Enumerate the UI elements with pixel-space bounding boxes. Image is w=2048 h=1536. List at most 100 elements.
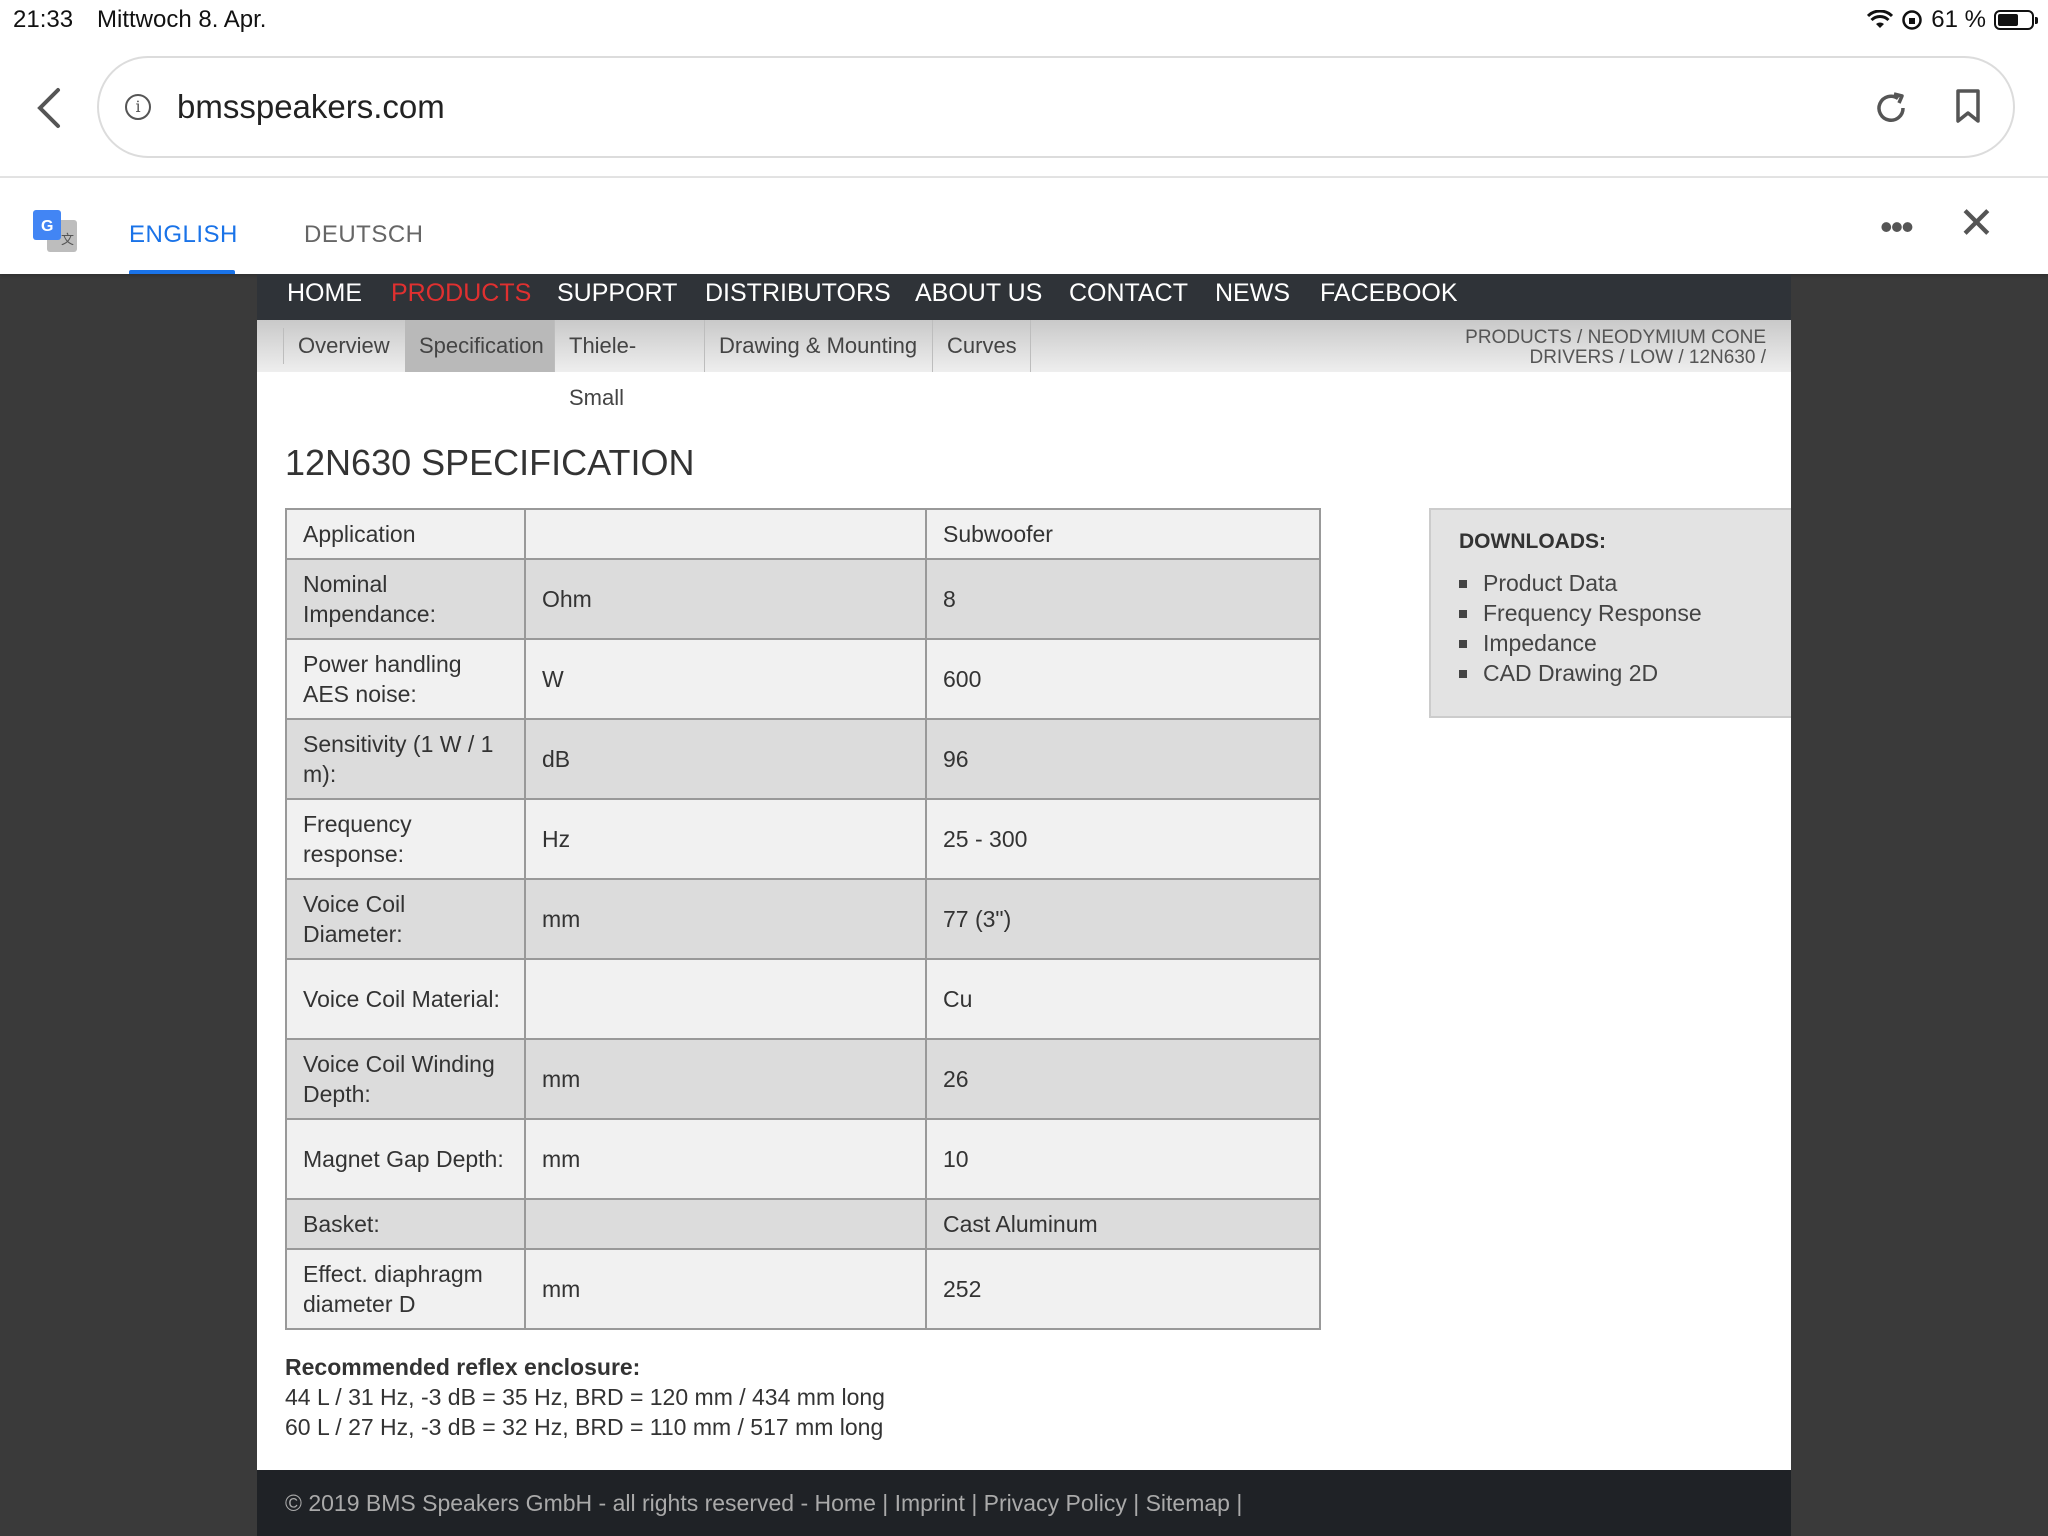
spec-unit: W — [524, 638, 927, 720]
spec-param: Power handling AES noise: — [285, 638, 526, 720]
spec-value: 10 — [925, 1118, 1321, 1200]
spec-param: Frequency response: — [285, 798, 526, 880]
breadcrumb[interactable]: PRODUCTS / NEODYMIUM CONE DRIVERS / LOW … — [1346, 328, 1766, 368]
battery-icon — [1994, 10, 2038, 30]
nav-home[interactable]: HOME — [287, 279, 362, 308]
nav-products[interactable]: PRODUCTS — [391, 279, 531, 308]
spec-param: Application — [285, 508, 526, 560]
status-time: 21:33 — [13, 6, 74, 33]
status-date: Mittwoch 8. Apr. — [97, 6, 267, 33]
tab-curves[interactable]: Curves — [933, 320, 1031, 372]
table-row: Sensitivity (1 W / 1 m): dB 96 — [285, 718, 1321, 800]
reflex-line-2: 60 L / 27 Hz, -3 dB = 32 Hz, BRD = 110 m… — [285, 1414, 884, 1440]
active-tab-indicator — [129, 270, 235, 274]
spec-unit: mm — [524, 878, 927, 960]
page-title: 12N630 SPECIFICATION — [285, 442, 695, 483]
wifi-icon — [1867, 10, 1894, 28]
address-bar[interactable]: i bmsspeakers.com — [97, 56, 2015, 158]
spec-unit: mm — [524, 1248, 927, 1330]
info-icon[interactable]: i — [125, 94, 151, 120]
reflex-line-1: 44 L / 31 Hz, -3 dB = 35 Hz, BRD = 120 m… — [285, 1384, 885, 1410]
table-row: Power handling AES noise: W 600 — [285, 638, 1321, 720]
spec-param: Voice Coil Diameter: — [285, 878, 526, 960]
reflex-heading: Recommended reflex enclosure: — [285, 1354, 641, 1380]
spec-param: Magnet Gap Depth: — [285, 1118, 526, 1200]
status-bar: 21:33 Mittwoch 8. Apr. 61 % — [0, 0, 2048, 40]
spec-unit — [524, 508, 927, 560]
nav-news[interactable]: NEWS — [1215, 279, 1290, 308]
main-nav: HOME PRODUCTS SUPPORT DISTRIBUTORS ABOUT… — [257, 274, 1791, 320]
spec-param: Voice Coil Winding Depth: — [285, 1038, 526, 1120]
tab-thiele-small[interactable]: Thiele-Small — [555, 320, 705, 410]
table-row: Voice Coil Winding Depth: mm 26 — [285, 1038, 1321, 1120]
spec-table: Application Subwoofer Nominal Impendance… — [285, 508, 1321, 1330]
tab-drawing-mounting[interactable]: Drawing & Mounting — [705, 320, 933, 372]
spec-value: 252 — [925, 1248, 1321, 1330]
nav-about-us[interactable]: ABOUT US — [915, 279, 1042, 308]
download-impedance[interactable]: Impedance — [1459, 628, 1702, 658]
spec-value: 77 (3") — [925, 878, 1321, 960]
back-icon[interactable] — [30, 84, 70, 132]
table-row: Voice Coil Material: Cu — [285, 958, 1321, 1040]
browser-toolbar: i bmsspeakers.com — [0, 40, 2048, 178]
table-row: Nominal Impendance: Ohm 8 — [285, 558, 1321, 640]
footer-text[interactable]: © 2019 BMS Speakers GmbH - all rights re… — [285, 1490, 1242, 1517]
spec-unit: dB — [524, 718, 927, 800]
tab-overview[interactable]: Overview — [284, 320, 406, 372]
download-frequency-response[interactable]: Frequency Response — [1459, 598, 1702, 628]
nav-contact[interactable]: CONTACT — [1069, 279, 1188, 308]
downloads-heading: DOWNLOADS: — [1459, 530, 1606, 553]
spec-unit: mm — [524, 1038, 927, 1120]
status-right: 61 % — [1867, 6, 2038, 34]
more-options-icon[interactable]: ••• — [1880, 206, 1914, 248]
spec-param: Voice Coil Material: — [285, 958, 526, 1040]
battery-percent: 61 % — [1931, 6, 1986, 33]
spec-param: Nominal Impendance: — [285, 558, 526, 640]
spec-value: Cast Aluminum — [925, 1198, 1321, 1250]
spec-unit: Ohm — [524, 558, 927, 640]
bookmark-icon[interactable] — [1955, 88, 1981, 124]
spec-value: Subwoofer — [925, 508, 1321, 560]
download-product-data[interactable]: Product Data — [1459, 568, 1702, 598]
web-page: HOME PRODUCTS SUPPORT DISTRIBUTORS ABOUT… — [257, 274, 1791, 1536]
svg-text:文: 文 — [61, 233, 74, 248]
spec-param: Effect. diaphragm diameter D — [285, 1248, 526, 1330]
tab-english[interactable]: ENGLISH — [129, 221, 238, 249]
table-row: Basket: Cast Aluminum — [285, 1198, 1321, 1250]
spec-value: 600 — [925, 638, 1321, 720]
downloads-list: Product Data Frequency Response Impedanc… — [1459, 568, 1702, 688]
tab-deutsch[interactable]: DEUTSCH — [304, 221, 424, 249]
spec-value: Cu — [925, 958, 1321, 1040]
breadcrumb-line-1[interactable]: PRODUCTS / NEODYMIUM CONE — [1346, 328, 1766, 348]
table-row: Voice Coil Diameter: mm 77 (3") — [285, 878, 1321, 960]
translate-bar: G 文 ENGLISH DEUTSCH ••• ✕ — [0, 178, 2048, 274]
spec-value: 25 - 300 — [925, 798, 1321, 880]
svg-text:G: G — [41, 218, 53, 235]
table-row: Frequency response: Hz 25 - 300 — [285, 798, 1321, 880]
download-cad-drawing[interactable]: CAD Drawing 2D — [1459, 658, 1702, 688]
close-icon[interactable]: ✕ — [1958, 198, 1995, 249]
nav-distributors[interactable]: DISTRIBUTORS — [705, 279, 891, 308]
nav-support[interactable]: SUPPORT — [557, 279, 677, 308]
spec-unit — [524, 1198, 927, 1250]
orientation-lock-icon — [1902, 10, 1923, 30]
spec-param: Basket: — [285, 1198, 526, 1250]
reload-icon[interactable] — [1873, 90, 1909, 126]
breadcrumb-line-2[interactable]: DRIVERS / LOW / 12N630 / — [1346, 348, 1766, 368]
table-row: Effect. diaphragm diameter D mm 252 — [285, 1248, 1321, 1330]
footer: © 2019 BMS Speakers GmbH - all rights re… — [257, 1470, 1791, 1536]
spec-param: Sensitivity (1 W / 1 m): — [285, 718, 526, 800]
downloads-box: DOWNLOADS: Product Data Frequency Respon… — [1429, 508, 1791, 718]
table-row: Magnet Gap Depth: mm 10 — [285, 1118, 1321, 1200]
table-row: Application Subwoofer — [285, 508, 1321, 560]
nav-facebook[interactable]: FACEBOOK — [1320, 279, 1458, 308]
spec-value: 96 — [925, 718, 1321, 800]
spec-value: 26 — [925, 1038, 1321, 1120]
reflex-enclosure: Recommended reflex enclosure: 44 L / 31 … — [285, 1352, 885, 1442]
google-translate-icon: G 文 — [33, 210, 77, 252]
url-text[interactable]: bmsspeakers.com — [177, 88, 445, 126]
tab-specification[interactable]: Specification — [405, 320, 555, 372]
spec-unit — [524, 958, 927, 1040]
spec-value: 8 — [925, 558, 1321, 640]
spec-unit: Hz — [524, 798, 927, 880]
